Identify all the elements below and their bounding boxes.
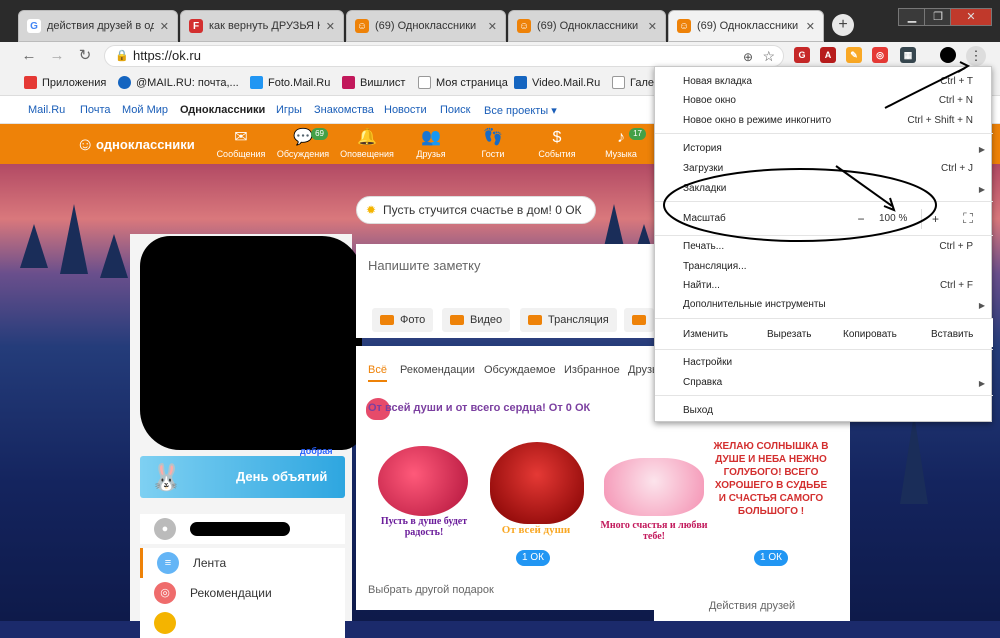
annotation-arrow-head xyxy=(957,61,971,73)
annotation-circle xyxy=(663,168,937,242)
annotation-arrow xyxy=(884,67,966,109)
annotation-arrow xyxy=(835,165,893,207)
hand-drawn-annotation xyxy=(663,61,971,242)
